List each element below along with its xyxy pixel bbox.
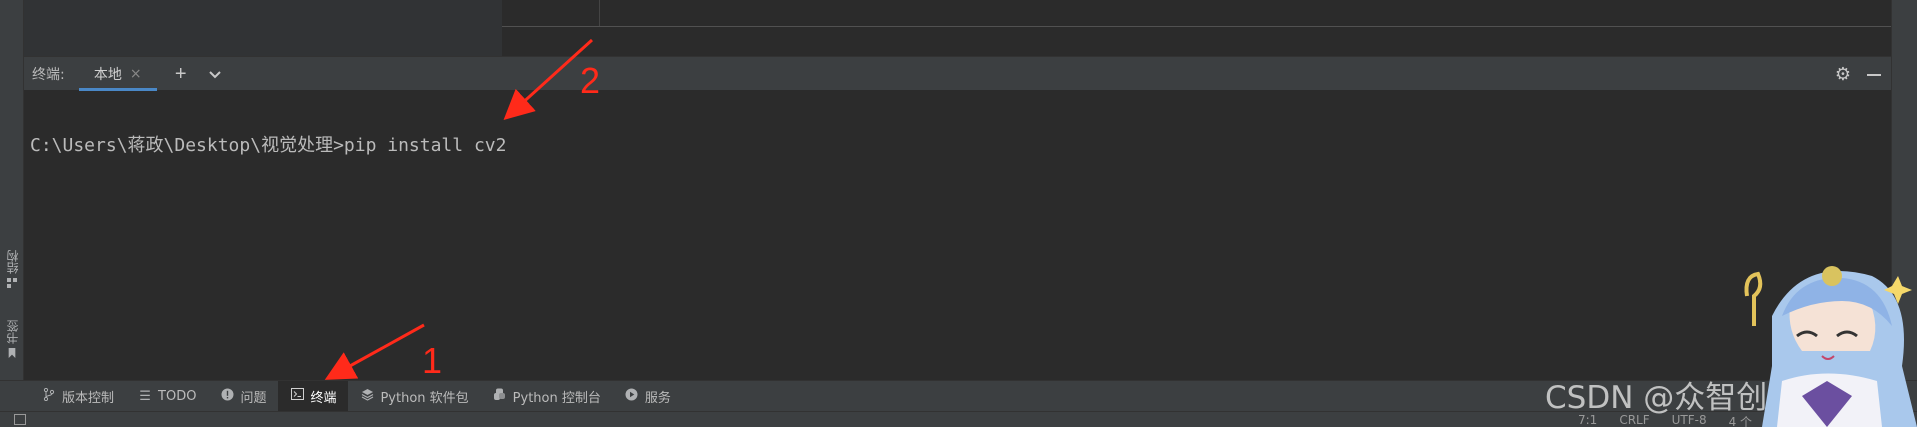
tool-python-packages-label: Python 软件包 <box>380 390 469 406</box>
branch-icon <box>42 387 56 405</box>
layers-icon <box>360 388 374 405</box>
structure-tab[interactable]: 结构 <box>3 250 21 288</box>
terminal-icon <box>290 388 304 404</box>
terminal-title: 终端: <box>32 66 65 83</box>
bookmarks-tab[interactable]: 书签 <box>3 320 21 358</box>
tab-local-label: 本地 <box>93 66 122 83</box>
terminal-command-line: C:\Users\蒋政\Desktop\视觉处理>pip install cv2 <box>30 135 507 156</box>
structure-tab-label: 结构 <box>5 250 20 274</box>
toggle-tool-windows-icon[interactable] <box>14 414 26 425</box>
tool-terminal-label: 终端 <box>310 390 337 406</box>
python-icon <box>493 388 507 405</box>
structure-icon <box>7 278 17 288</box>
tool-problems-label: 问题 <box>240 390 267 406</box>
tool-python-console-label: Python 控制台 <box>512 390 601 406</box>
alert-icon <box>220 388 234 405</box>
terminal-output[interactable]: C:\Users\蒋政\Desktop\视觉处理>pip install cv2 <box>24 91 1891 380</box>
tool-services[interactable]: 服务 <box>613 381 683 412</box>
bookmarks-tab-label: 书签 <box>5 320 20 344</box>
tool-version-control-label: 版本控制 <box>62 390 115 406</box>
play-icon <box>625 388 639 405</box>
chevron-down-icon[interactable] <box>205 64 225 84</box>
tool-terminal[interactable]: 终端 <box>278 380 349 412</box>
close-icon[interactable]: × <box>130 66 142 82</box>
tool-todo[interactable]: ☰ TODO <box>126 381 208 412</box>
mascot-sticker <box>1744 266 1917 427</box>
tool-python-console[interactable]: Python 控制台 <box>481 381 613 412</box>
annotation-label-2: 2 <box>580 60 601 101</box>
gear-icon[interactable]: ⚙ <box>1835 64 1851 85</box>
bookmark-icon <box>8 348 16 358</box>
tool-version-control[interactable]: 版本控制 <box>30 381 126 412</box>
tool-todo-label: TODO <box>158 388 197 404</box>
add-tab-button[interactable]: + <box>171 64 191 84</box>
editor-divider <box>502 26 1891 27</box>
tool-problems[interactable]: 问题 <box>208 381 278 412</box>
editor-gutter <box>502 0 600 26</box>
tab-local[interactable]: 本地 × <box>78 56 157 91</box>
list-icon: ☰ <box>139 388 151 404</box>
terminal-header: 终端: 本地 × + ⚙ <box>24 56 1891 91</box>
minimize-icon[interactable] <box>1867 73 1881 76</box>
editor-left-panel <box>24 0 502 56</box>
annotation-label-1: 1 <box>422 340 443 381</box>
tool-services-label: 服务 <box>644 390 671 406</box>
left-tool-strip: 结构 书签 <box>0 0 24 380</box>
tool-python-packages[interactable]: Python 软件包 <box>348 381 480 412</box>
editor-area <box>24 0 1891 56</box>
